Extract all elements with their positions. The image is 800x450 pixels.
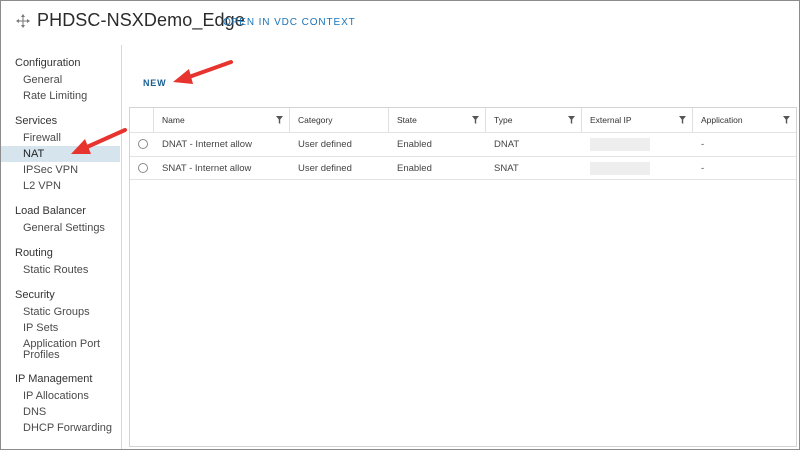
column-header-external-ip[interactable]: External IP — [582, 108, 693, 132]
row-select-radio[interactable] — [138, 139, 148, 149]
new-nat-rule-button[interactable]: NEW — [143, 78, 166, 88]
sidebar-item-static-groups[interactable]: Static Groups — [1, 304, 120, 320]
table-row[interactable]: DNAT - Internet allow User defined Enabl… — [130, 132, 796, 156]
sidebar-group-configuration: Configuration — [15, 57, 81, 69]
sidebar-group-load-balancer: Load Balancer — [15, 205, 86, 217]
open-in-vdc-context-link[interactable]: OPEN IN VDC CONTEXT — [223, 17, 356, 28]
sidebar-item-ipsec-vpn[interactable]: IPSec VPN — [1, 162, 120, 178]
column-header-state-label: State — [397, 115, 417, 125]
row-type: SNAT — [494, 163, 519, 174]
row-external-ip-redacted — [590, 162, 650, 175]
column-header-name-label: Name — [162, 115, 185, 125]
app-frame: PHDSC-NSXDemo_Edge OPEN IN VDC CONTEXT C… — [0, 0, 800, 450]
sidebar-item-l2-vpn[interactable]: L2 VPN — [1, 178, 120, 194]
row-name: SNAT - Internet allow — [162, 163, 252, 174]
column-header-category-label: Category — [298, 115, 333, 125]
sidebar-item-rate-limiting[interactable]: Rate Limiting — [1, 88, 120, 104]
sidebar-item-ip-allocations[interactable]: IP Allocations — [1, 388, 120, 404]
sidebar-item-general-settings[interactable]: General Settings — [1, 220, 120, 236]
column-header-category[interactable]: Category — [290, 108, 389, 132]
nat-rules-grid: Name Category State Type External IP App… — [129, 107, 797, 447]
sidebar-item-application-port-profiles-line2[interactable]: Profiles — [1, 347, 120, 363]
column-header-external-ip-label: External IP — [590, 115, 632, 125]
sidebar-item-general[interactable]: General — [1, 72, 120, 88]
sidebar-item-static-routes[interactable]: Static Routes — [1, 262, 120, 278]
column-header-name[interactable]: Name — [154, 108, 290, 132]
sidebar-group-services: Services — [15, 115, 58, 127]
page-title: PHDSC-NSXDemo_Edge — [37, 10, 245, 30]
filter-icon[interactable] — [568, 116, 575, 124]
column-header-application-label: Application — [701, 115, 743, 125]
row-application: - — [701, 163, 705, 174]
row-select-radio[interactable] — [138, 163, 148, 173]
row-application: - — [701, 139, 705, 150]
page-header: PHDSC-NSXDemo_Edge OPEN IN VDC CONTEXT — [1, 1, 799, 45]
edge-gateway-icon — [16, 14, 30, 28]
sidebar-item-dns[interactable]: DNS — [1, 404, 120, 420]
row-category: User defined — [298, 139, 352, 150]
row-type: DNAT — [494, 139, 520, 150]
filter-icon[interactable] — [783, 116, 790, 124]
filter-icon[interactable] — [679, 116, 686, 124]
row-state: Enabled — [397, 163, 432, 174]
row-state: Enabled — [397, 139, 432, 150]
annotation-arrow-nat — [71, 128, 127, 154]
sidebar-group-security: Security — [15, 289, 55, 301]
row-name: DNAT - Internet allow — [162, 139, 252, 150]
row-category: User defined — [298, 163, 352, 174]
row-external-ip-redacted — [590, 138, 650, 151]
column-header-type[interactable]: Type — [486, 108, 582, 132]
column-header-state[interactable]: State — [389, 108, 486, 132]
sidebar-group-ip-management: IP Management — [15, 373, 93, 385]
sidebar-group-routing: Routing — [15, 247, 53, 259]
select-column-header — [130, 108, 154, 132]
sidebar-item-dhcp-forwarding[interactable]: DHCP Forwarding — [1, 420, 120, 436]
column-header-application[interactable]: Application — [693, 108, 796, 132]
column-header-type-label: Type — [494, 115, 513, 125]
filter-icon[interactable] — [276, 116, 283, 124]
filter-icon[interactable] — [472, 116, 479, 124]
sidebar-item-ip-sets[interactable]: IP Sets — [1, 320, 120, 336]
table-row[interactable]: SNAT - Internet allow User defined Enabl… — [130, 156, 796, 180]
annotation-arrow-new — [173, 60, 233, 84]
sidebar: Configuration General Rate Limiting Serv… — [1, 45, 122, 449]
